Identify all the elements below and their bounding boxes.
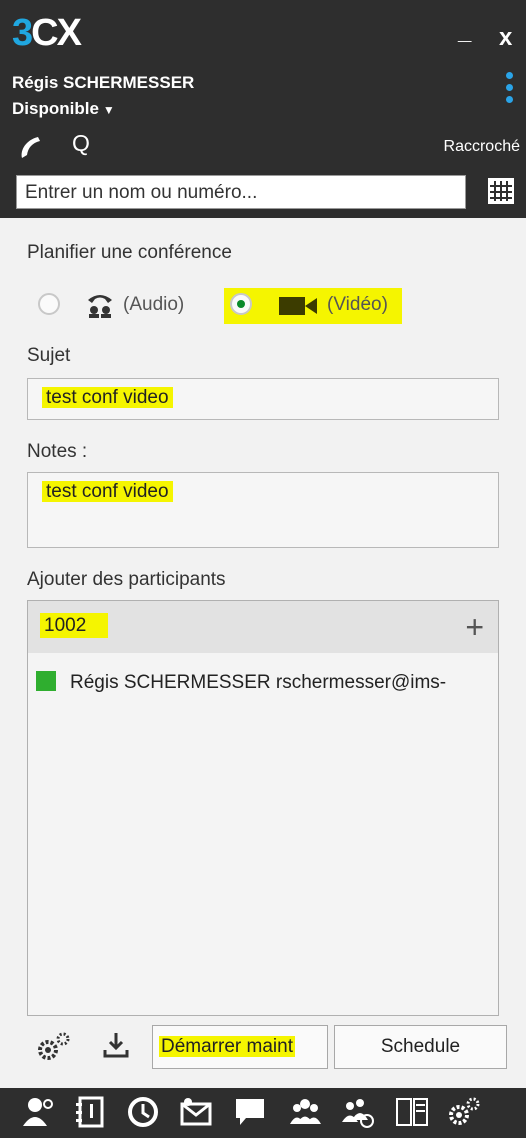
conference-phone-icon (88, 295, 112, 318)
subject-label: Sujet (27, 345, 71, 366)
chat-icon[interactable] (232, 1094, 268, 1130)
subject-value: test conf video (42, 387, 173, 408)
video-camera-icon (279, 297, 317, 315)
schedule-button[interactable]: Schedule (334, 1025, 507, 1069)
start-now-button[interactable]: Démarrer maint (152, 1025, 328, 1069)
header: 3CX _ x Régis SCHERMESSER Disponible ▼ Q … (0, 0, 526, 218)
logo: 3CX (12, 12, 82, 55)
video-radio[interactable] (230, 293, 252, 315)
contacts-icon[interactable] (20, 1094, 56, 1130)
audio-label: (Audio) (123, 294, 185, 315)
participant-input-value: 1002 (40, 613, 109, 638)
app-window: 3CX _ x Régis SCHERMESSER Disponible ▼ Q … (0, 0, 526, 1138)
notes-field[interactable]: test conf video (27, 472, 499, 548)
participant-name: Régis SCHERMESSER rschermesser@ims- (70, 672, 447, 693)
switchboard-icon[interactable] (394, 1094, 430, 1130)
logo-cx: CX (31, 12, 82, 54)
participants-label: Ajouter des participants (27, 569, 226, 590)
group-icon[interactable] (287, 1094, 323, 1130)
minimize-button[interactable]: _ (458, 18, 471, 46)
phone-icon[interactable] (16, 132, 46, 162)
start-now-label: Démarrer maint (159, 1036, 295, 1057)
conference-icon[interactable] (340, 1094, 376, 1130)
voicemail-icon[interactable] (178, 1094, 214, 1130)
status-label: Disponible (12, 99, 99, 118)
audio-radio[interactable] (38, 293, 60, 315)
close-button[interactable]: x (499, 24, 512, 52)
settings-gears-icon[interactable] (36, 1030, 76, 1062)
subject-field[interactable]: test conf video (27, 378, 499, 420)
logo-three: 3 (12, 12, 33, 54)
footer-toolbar (0, 1088, 526, 1138)
participant-input[interactable]: 1002 + (28, 601, 498, 653)
settings-icon[interactable] (446, 1094, 482, 1130)
participants-panel: 1002 + Régis SCHERMESSER rschermesser@im… (27, 600, 499, 1016)
participant-row[interactable]: Régis SCHERMESSER rschermesser@ims- (36, 671, 492, 699)
presence-indicator (36, 671, 56, 691)
add-participant-icon[interactable]: + (465, 609, 484, 646)
status-dropdown[interactable]: Disponible ▼ (12, 99, 115, 119)
search-icon[interactable]: Q (72, 130, 90, 157)
caret-down-icon: ▼ (102, 103, 115, 117)
search-input[interactable]: Entrer un nom ou numéro... (16, 175, 466, 209)
conference-title: Planifier une conférence (27, 242, 232, 263)
notes-label: Notes : (27, 441, 88, 462)
notes-value: test conf video (42, 481, 173, 502)
download-icon[interactable] (101, 1030, 131, 1060)
username: Régis SCHERMESSER (12, 73, 195, 92)
hangup-button[interactable]: Raccroché (444, 138, 520, 156)
video-label: (Vidéo) (327, 294, 388, 315)
phonebook-icon[interactable] (72, 1094, 108, 1130)
kebab-menu-icon[interactable] (506, 72, 513, 108)
history-icon[interactable] (125, 1094, 161, 1130)
dialpad-icon[interactable] (486, 176, 516, 206)
